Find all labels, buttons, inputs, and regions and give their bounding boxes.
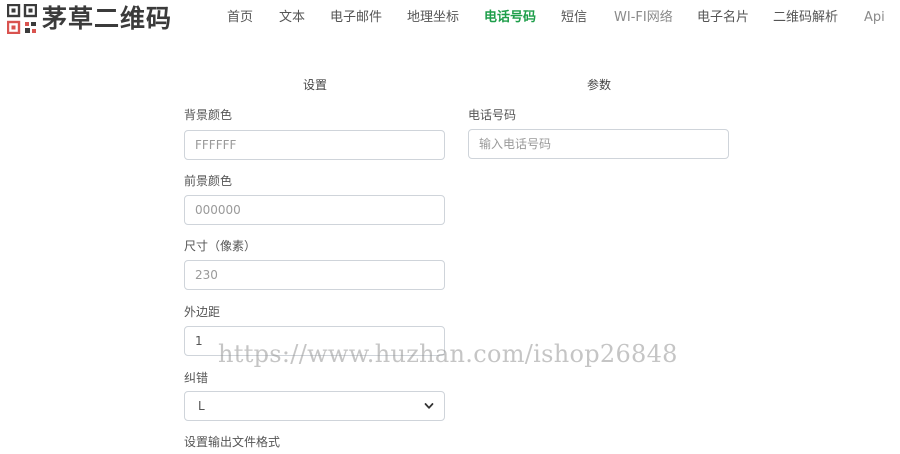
nav-wifi[interactable]: WI-FI网络 [614, 9, 673, 27]
margin-input[interactable] [184, 326, 445, 356]
phone-input[interactable] [468, 129, 729, 159]
background-color-input[interactable] [184, 130, 445, 160]
error-correction-label: 纠错 [184, 371, 209, 385]
nav-geo[interactable]: 地理坐标 [407, 9, 459, 27]
nav-vcard[interactable]: 电子名片 [697, 9, 749, 27]
foreground-color-label: 前景颜色 [184, 174, 233, 188]
phone-label: 电话号码 [468, 108, 517, 122]
size-input[interactable] [184, 260, 445, 290]
params-heading: 参数 [587, 78, 612, 92]
nav-api[interactable]: Api [864, 9, 885, 27]
nav-text[interactable]: 文本 [279, 9, 305, 27]
settings-heading: 设置 [303, 78, 328, 92]
margin-label: 外边距 [184, 305, 221, 319]
header: 茅草二维码 首页 文本 电子邮件 地理坐标 电话号码 短信 WI-FI网络 电子… [0, 0, 900, 38]
nav-email[interactable]: 电子邮件 [330, 9, 382, 27]
foreground-color-input[interactable] [184, 195, 445, 225]
background-color-label: 背景颜色 [184, 108, 233, 122]
output-format-label: 设置输出文件格式 [184, 435, 281, 449]
error-correction-value: L [198, 399, 205, 413]
chevron-down-icon [424, 403, 434, 409]
size-label: 尺寸（像素） [184, 239, 257, 253]
main-nav: 首页 文本 电子邮件 地理坐标 电话号码 短信 WI-FI网络 电子名片 二维码… [0, 9, 900, 29]
nav-sms[interactable]: 短信 [561, 9, 587, 27]
error-correction-select[interactable]: L [184, 391, 445, 421]
nav-home[interactable]: 首页 [227, 9, 253, 27]
nav-phone[interactable]: 电话号码 [484, 9, 536, 27]
nav-qr-decode[interactable]: 二维码解析 [773, 9, 838, 27]
